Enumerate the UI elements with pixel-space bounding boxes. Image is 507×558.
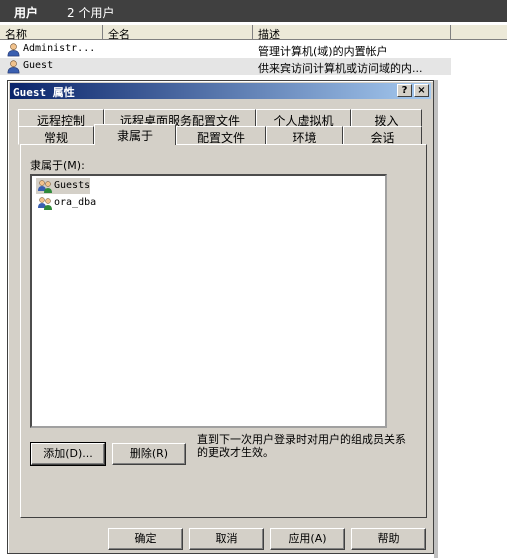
remove-group-button[interactable]: 删除(R) <box>112 443 186 465</box>
tab-member-of[interactable]: 隶属于 <box>94 124 176 145</box>
group-listbox[interactable]: Guests ora_dba <box>30 174 387 428</box>
column-name[interactable]: 名称 <box>0 25 103 41</box>
user-name: Guest <box>23 60 54 71</box>
group-name: Guests <box>54 180 91 191</box>
dialog-title: Guest 属性 <box>13 86 75 99</box>
apply-button[interactable]: 应用(A) <box>270 528 345 550</box>
guest-properties-dialog: Guest 属性 ? × 远程控制 远程桌面服务配置文件 个人虚拟机 拨入 常规… <box>7 80 434 554</box>
user-row-administrator[interactable]: Administr... 管理计算机(域)的内置帐户 <box>0 41 507 58</box>
dialog-titlebar: Guest 属性 ? × <box>10 83 431 99</box>
user-count: 2 个用户 <box>67 6 115 20</box>
member-of-label: 隶属于(M): <box>30 159 85 172</box>
tab-general[interactable]: 常规 <box>18 126 94 145</box>
snapin-title: 用户 <box>14 6 39 20</box>
user-name: Administr... <box>23 43 96 54</box>
group-name: ora_dba <box>54 197 97 208</box>
user-row-guest[interactable]: Guest 供来宾访问计算机或访问域的内... <box>0 58 451 75</box>
close-icon[interactable]: × <box>414 84 429 97</box>
column-fullname[interactable]: 全名 <box>103 25 253 41</box>
cancel-button[interactable]: 取消 <box>189 528 264 550</box>
help-icon[interactable]: ? <box>397 84 412 97</box>
help-button[interactable]: 帮助 <box>351 528 426 550</box>
column-description[interactable]: 描述 <box>253 25 451 41</box>
user-description: 供来宾访问计算机或访问域的内... <box>258 62 423 75</box>
user-icon <box>7 60 20 74</box>
user-icon <box>7 43 20 57</box>
tab-sessions[interactable]: 会话 <box>343 126 422 145</box>
list-item-guests[interactable]: Guests <box>36 178 91 194</box>
user-description: 管理计算机(域)的内置帐户 <box>258 45 388 58</box>
list-column-header: 名称 全名 描述 <box>0 25 507 41</box>
side-divider <box>434 80 438 558</box>
tab-profile[interactable]: 配置文件 <box>176 126 266 145</box>
snapin-header: 用户 2 个用户 <box>0 0 507 22</box>
list-item-ora-dba[interactable]: ora_dba <box>36 195 96 211</box>
ok-button[interactable]: 确定 <box>108 528 183 550</box>
membership-change-note: 直到下一次用户登录时对用户的组成员关系的更改才生效。 <box>197 433 406 459</box>
add-group-button[interactable]: 添加(D)... <box>30 442 106 466</box>
group-icon <box>38 197 52 210</box>
group-icon <box>38 180 52 193</box>
tab-environment[interactable]: 环境 <box>266 126 343 145</box>
